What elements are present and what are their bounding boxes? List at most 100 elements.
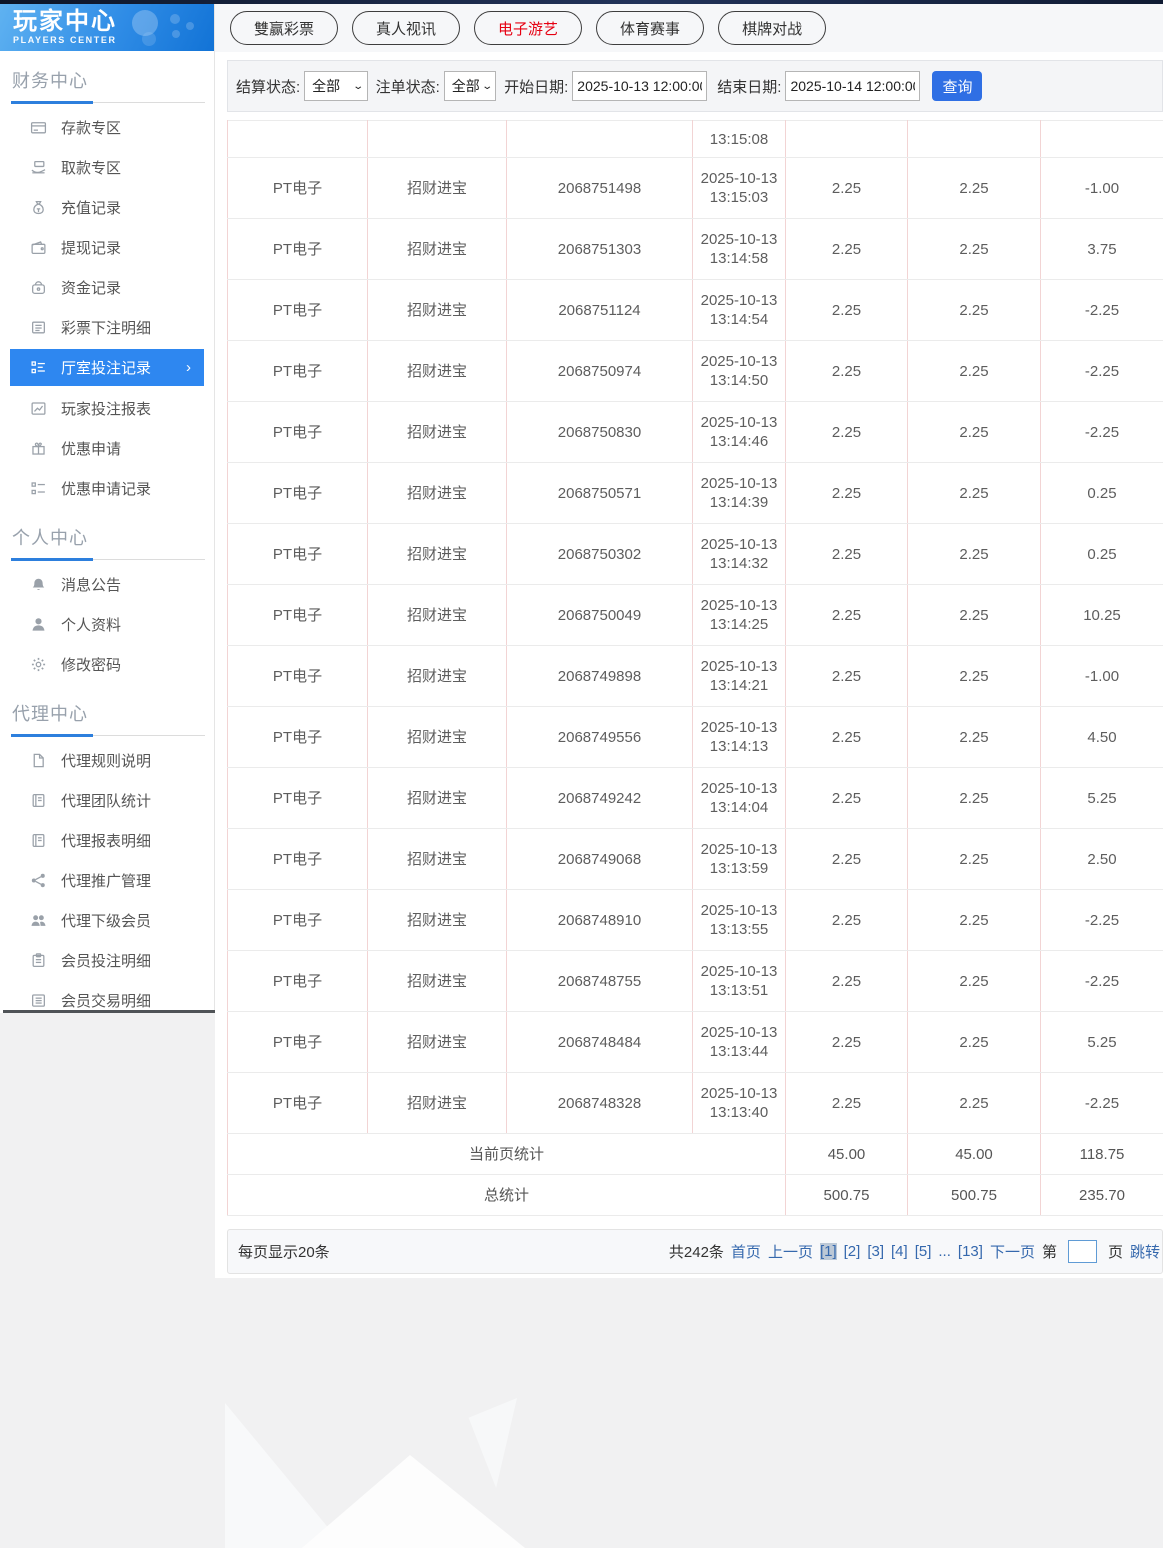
sidebar-item-label: 代理下级会员 bbox=[61, 910, 151, 931]
sidebar-item[interactable]: 存款专区› bbox=[0, 107, 214, 147]
order-status-select[interactable]: 全部 ⌄ bbox=[444, 71, 496, 101]
sidebar-item-label: 会员交易明细 bbox=[61, 990, 151, 1011]
lottery-bet-detail-icon bbox=[30, 319, 47, 336]
game-category-tab[interactable]: 真人视讯 bbox=[352, 11, 460, 45]
section-underline bbox=[11, 735, 205, 736]
promo-apply-record-icon bbox=[30, 480, 47, 497]
section-underline bbox=[11, 102, 205, 103]
sidebar-item[interactable]: 代理报表明细› bbox=[0, 820, 214, 860]
sidebar-item[interactable]: 彩票下注明细› bbox=[0, 307, 214, 347]
decor-triangle bbox=[462, 1398, 517, 1488]
sidebar-item-label: 消息公告 bbox=[61, 574, 121, 595]
game-category-tab[interactable]: 雙赢彩票 bbox=[230, 11, 338, 45]
clipboard-icon bbox=[30, 952, 47, 969]
game-category-tab[interactable]: 棋牌对战 bbox=[718, 11, 826, 45]
page-number-link[interactable]: [2] bbox=[844, 1243, 861, 1260]
sidebar-item-label: 玩家投注报表 bbox=[61, 398, 151, 419]
funds-purse-icon bbox=[30, 279, 47, 296]
person-icon bbox=[30, 616, 47, 633]
list-icon bbox=[30, 992, 47, 1009]
start-date-label: 开始日期: bbox=[504, 76, 568, 97]
summary-value: 45.00 bbox=[908, 1134, 1041, 1175]
sidebar-item[interactable]: 消息公告› bbox=[0, 564, 214, 604]
start-date-input[interactable] bbox=[572, 71, 707, 101]
page-number-link[interactable]: [4] bbox=[891, 1243, 908, 1260]
sidebar-item-label: 厅室投注记录 bbox=[61, 357, 151, 378]
sidebar-item[interactable]: 代理推广管理› bbox=[0, 860, 214, 900]
main-content: 雙赢彩票真人视讯电子游艺体育赛事棋牌对战 结算状态: 全部 ⌄ 注单状态: 全部… bbox=[215, 4, 1163, 1278]
summary-value: 500.75 bbox=[786, 1175, 908, 1216]
sidebar-item[interactable]: 充值记录› bbox=[0, 187, 214, 227]
sidebar-item[interactable]: 取款专区› bbox=[0, 147, 214, 187]
table-row: PT电子招财进宝20687513032025-10-1313:14:582.25… bbox=[228, 219, 1163, 280]
table-row: PT电子招财进宝20687495562025-10-1313:14:132.25… bbox=[228, 707, 1163, 768]
promo-apply-gift-icon bbox=[30, 440, 47, 457]
sidebar-item-label: 修改密码 bbox=[61, 654, 121, 675]
sidebar-item-label: 个人资料 bbox=[61, 614, 121, 635]
deposit-card-icon bbox=[30, 119, 47, 136]
bell-icon bbox=[30, 576, 47, 593]
game-category-tab[interactable]: 电子游艺 bbox=[474, 11, 582, 45]
query-button[interactable]: 查询 bbox=[932, 71, 982, 101]
page-number-link[interactable]: [5] bbox=[915, 1243, 932, 1260]
page-number-link[interactable]: [3] bbox=[867, 1243, 884, 1260]
sidebar-section-title: 个人中心 bbox=[12, 524, 214, 550]
chevron-down-icon: ⌄ bbox=[481, 81, 493, 92]
goto-page-prefix: 第 bbox=[1042, 1241, 1057, 1262]
sidebar-item[interactable]: 代理规则说明› bbox=[0, 740, 214, 780]
sidebar-section-title: 财务中心 bbox=[12, 67, 214, 93]
summary-row: 总统计500.75500.75235.70 bbox=[228, 1175, 1163, 1216]
sidebar-item-label: 提现记录 bbox=[61, 237, 121, 258]
sidebar-item[interactable]: 资金记录› bbox=[0, 267, 214, 307]
goto-page-suffix: 页 bbox=[1108, 1241, 1123, 1262]
table-row: PT电子招财进宝20687498982025-10-1313:14:212.25… bbox=[228, 646, 1163, 707]
sidebar-item[interactable]: 优惠申请› bbox=[0, 428, 214, 468]
sidebar-section-title: 代理中心 bbox=[12, 700, 214, 726]
end-date-label: 结束日期: bbox=[717, 76, 781, 97]
chevron-down-icon: ⌄ bbox=[352, 81, 364, 92]
table-row: PT电子招财进宝20687490682025-10-1313:13:592.25… bbox=[228, 829, 1163, 890]
player-bet-report-icon bbox=[30, 400, 47, 417]
next-page-link[interactable]: 下一页 bbox=[990, 1241, 1035, 1262]
page-number-link[interactable]: ... bbox=[938, 1243, 951, 1260]
recharge-moneybag-icon bbox=[30, 199, 47, 216]
sidebar-item[interactable]: 个人资料› bbox=[0, 604, 214, 644]
book-icon bbox=[30, 792, 47, 809]
end-date-input[interactable] bbox=[785, 71, 920, 101]
order-status-label: 注单状态: bbox=[376, 76, 440, 97]
table-row: PT电子招财进宝20687489102025-10-1313:13:552.25… bbox=[228, 890, 1163, 951]
sidebar-item-label: 会员投注明细 bbox=[61, 950, 151, 971]
sidebar-item-label: 取款专区 bbox=[61, 157, 121, 178]
sidebar: 玩家中心 PLAYERS CENTER 财务中心存款专区›取款专区›充值记录›提… bbox=[0, 4, 215, 1013]
sidebar-item[interactable]: 代理团队统计› bbox=[0, 780, 214, 820]
current-page-link[interactable]: [1] bbox=[820, 1243, 837, 1260]
people-icon bbox=[30, 912, 47, 929]
sidebar-item[interactable]: 优惠申请记录› bbox=[0, 468, 214, 508]
prev-page-link[interactable]: 上一页 bbox=[768, 1241, 813, 1262]
sidebar-item-label: 充值记录 bbox=[61, 197, 121, 218]
goto-page-input[interactable] bbox=[1068, 1240, 1097, 1263]
chevron-right-icon: › bbox=[186, 359, 191, 376]
game-category-tab[interactable]: 体育赛事 bbox=[596, 11, 704, 45]
withdraw-record-wallet-icon bbox=[30, 239, 47, 256]
book-icon bbox=[30, 832, 47, 849]
settle-status-select[interactable]: 全部 ⌄ bbox=[304, 71, 367, 101]
sidebar-item[interactable]: 厅室投注记录 › bbox=[10, 349, 204, 386]
sidebar-item-label: 优惠申请 bbox=[61, 438, 121, 459]
pagination-bar: 每页显示20条 共242条首页上一页[1][2][3][4][5]...[13]… bbox=[227, 1229, 1163, 1274]
sidebar-item[interactable]: 玩家投注报表› bbox=[0, 388, 214, 428]
sidebar-item[interactable]: 提现记录› bbox=[0, 227, 214, 267]
hall-bet-record-icon bbox=[30, 359, 47, 376]
sidebar-item[interactable]: 会员投注明细› bbox=[0, 940, 214, 980]
sidebar-item-label: 彩票下注明细 bbox=[61, 317, 151, 338]
jump-link[interactable]: 跳转 bbox=[1130, 1241, 1160, 1262]
settle-status-label: 结算状态: bbox=[236, 76, 300, 97]
sidebar-item[interactable]: 会员交易明细› bbox=[0, 980, 214, 1020]
bet-records-table: 13:15:08PT电子招财进宝20687514982025-10-1313:1… bbox=[227, 120, 1163, 1216]
page-number-link[interactable]: [13] bbox=[958, 1243, 983, 1260]
filter-bar: 结算状态: 全部 ⌄ 注单状态: 全部 ⌄ 开始日期: 结束日期: 查询 bbox=[227, 60, 1163, 112]
sidebar-item[interactable]: 代理下级会员› bbox=[0, 900, 214, 940]
sidebar-item-label: 存款专区 bbox=[61, 117, 121, 138]
first-page-link[interactable]: 首页 bbox=[731, 1241, 761, 1262]
sidebar-item[interactable]: 修改密码› bbox=[0, 644, 214, 684]
